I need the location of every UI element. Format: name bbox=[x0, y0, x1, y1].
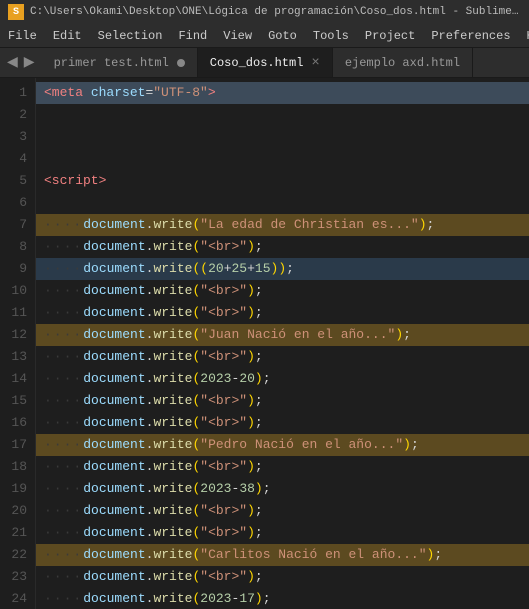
menu-edit[interactable]: Edit bbox=[45, 24, 90, 47]
ln-5: 5 bbox=[10, 170, 27, 192]
ln-1: 1 bbox=[10, 82, 27, 104]
ln-11: 11 bbox=[10, 302, 27, 324]
code-line-4 bbox=[36, 148, 529, 170]
ln-23: 23 bbox=[10, 566, 27, 588]
code-line-6 bbox=[36, 192, 529, 214]
code-line-10: ····document.write("<br>"); bbox=[36, 280, 529, 302]
code-line-12: ····document.write("Juan Nació en el año… bbox=[36, 324, 529, 346]
menu-preferences[interactable]: Preferences bbox=[423, 24, 518, 47]
code-editor[interactable]: <meta charset="UTF-8"> <script> ····docu… bbox=[36, 78, 529, 609]
menu-bar: File Edit Selection Find View Goto Tools… bbox=[0, 24, 529, 48]
tab-close-button[interactable]: × bbox=[311, 56, 319, 70]
code-line-5: <script> bbox=[36, 170, 529, 192]
menu-tools[interactable]: Tools bbox=[305, 24, 357, 47]
menu-project[interactable]: Project bbox=[357, 24, 423, 47]
code-line-21: ····document.write("<br>"); bbox=[36, 522, 529, 544]
code-line-13: ····document.write("<br>"); bbox=[36, 346, 529, 368]
code-line-3 bbox=[36, 126, 529, 148]
ln-24: 24 bbox=[10, 588, 27, 609]
code-line-18: ····document.write("<br>"); bbox=[36, 456, 529, 478]
code-line-2 bbox=[36, 104, 529, 126]
tab-ejemplo-axd[interactable]: ejemplo axd.html bbox=[333, 48, 473, 77]
ln-18: 18 bbox=[10, 456, 27, 478]
code-line-16: ····document.write("<br>"); bbox=[36, 412, 529, 434]
menu-view[interactable]: View bbox=[215, 24, 260, 47]
ln-12: 12 bbox=[10, 324, 27, 346]
code-line-20: ····document.write("<br>"); bbox=[36, 500, 529, 522]
code-line-15: ····document.write("<br>"); bbox=[36, 390, 529, 412]
tab-coso-label: Coso_dos.html bbox=[210, 56, 304, 70]
nav-forward-arrow[interactable]: ▶ bbox=[21, 54, 38, 71]
ln-4: 4 bbox=[10, 148, 27, 170]
ln-8: 8 bbox=[10, 236, 27, 258]
code-line-19: ····document.write(2023-38); bbox=[36, 478, 529, 500]
ln-20: 20 bbox=[10, 500, 27, 522]
code-line-22: ····document.write("Carlitos Nació en el… bbox=[36, 544, 529, 566]
ln-16: 16 bbox=[10, 412, 27, 434]
tab-primer-test[interactable]: primer test.html bbox=[42, 48, 198, 77]
ln-17: 17 bbox=[10, 434, 27, 456]
ln-2: 2 bbox=[10, 104, 27, 126]
code-line-14: ····document.write(2023-20); bbox=[36, 368, 529, 390]
ln-13: 13 bbox=[10, 346, 27, 368]
menu-help[interactable]: Help bbox=[519, 24, 529, 47]
code-line-23: ····document.write("<br>"); bbox=[36, 566, 529, 588]
editor: 1 2 3 4 5 6 7 8 9 10 11 12 13 14 15 16 1… bbox=[0, 78, 529, 609]
code-line-1: <meta charset="UTF-8"> bbox=[36, 82, 529, 104]
ln-6: 6 bbox=[10, 192, 27, 214]
code-line-11: ····document.write("<br>"); bbox=[36, 302, 529, 324]
nav-arrows: ◀ ▶ bbox=[0, 48, 42, 77]
tab-primer-dot bbox=[177, 59, 185, 67]
ln-7: 7 bbox=[10, 214, 27, 236]
app-icon: S bbox=[8, 4, 24, 20]
ln-15: 15 bbox=[10, 390, 27, 412]
menu-selection[interactable]: Selection bbox=[90, 24, 171, 47]
ln-9: 9 bbox=[10, 258, 27, 280]
code-line-8: ····document.write("<br>"); bbox=[36, 236, 529, 258]
window-title: C:\Users\Okami\Desktop\ONE\Lógica de pro… bbox=[30, 6, 521, 18]
tab-coso-dos[interactable]: Coso_dos.html × bbox=[198, 48, 333, 77]
menu-goto[interactable]: Goto bbox=[260, 24, 305, 47]
code-line-17: ····document.write("Pedro Nació en el añ… bbox=[36, 434, 529, 456]
ln-10: 10 bbox=[10, 280, 27, 302]
tab-primer-label: primer test.html bbox=[54, 56, 169, 70]
ln-14: 14 bbox=[10, 368, 27, 390]
line-numbers: 1 2 3 4 5 6 7 8 9 10 11 12 13 14 15 16 1… bbox=[0, 78, 36, 609]
code-line-7: ····document.write("La edad de Christian… bbox=[36, 214, 529, 236]
title-bar: S C:\Users\Okami\Desktop\ONE\Lógica de p… bbox=[0, 0, 529, 24]
ln-3: 3 bbox=[10, 126, 27, 148]
tab-ejemplo-label: ejemplo axd.html bbox=[345, 56, 460, 70]
menu-find[interactable]: Find bbox=[170, 24, 215, 47]
code-line-9: ····document.write((20+25+15)); bbox=[36, 258, 529, 280]
tab-bar: ◀ ▶ primer test.html Coso_dos.html × eje… bbox=[0, 48, 529, 78]
code-line-24: ····document.write(2023-17); bbox=[36, 588, 529, 609]
ln-19: 19 bbox=[10, 478, 27, 500]
menu-file[interactable]: File bbox=[0, 24, 45, 47]
ln-21: 21 bbox=[10, 522, 27, 544]
nav-back-arrow[interactable]: ◀ bbox=[4, 54, 21, 71]
ln-22: 22 bbox=[10, 544, 27, 566]
